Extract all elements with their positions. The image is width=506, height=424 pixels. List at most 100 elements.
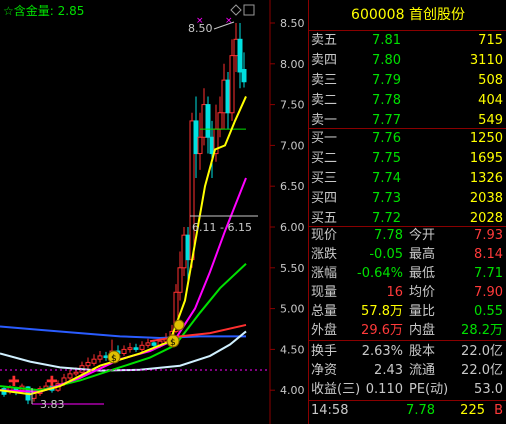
stat-value: 8.14 <box>474 247 503 262</box>
candle-body <box>197 136 203 155</box>
stat-value: 7.93 <box>474 228 503 243</box>
y-tick-label: 4.50 <box>280 343 305 356</box>
bid-row[interactable]: 买二 7.75 1695 <box>309 149 506 169</box>
stat-value: 0.110 <box>365 382 403 397</box>
level-price: 7.74 <box>372 171 401 186</box>
stat-value: 0.55 <box>474 304 503 319</box>
level-volume: 1326 <box>469 171 503 186</box>
stock-name: 首创股份 <box>408 7 465 23</box>
date-range-label: 6.11 - 6.15 <box>192 221 252 234</box>
x-marker-icon: ✚ <box>46 374 58 390</box>
stat-value: -0.05 <box>369 247 403 262</box>
ask-row[interactable]: 卖四 7.80 3110 <box>309 51 506 71</box>
level-volume: 508 <box>478 73 503 88</box>
y-tick-label: 6.50 <box>280 180 305 193</box>
stats-row: 换手 2.63% 股本 22.0亿 <box>309 342 506 362</box>
stat-value: 7.78 <box>374 228 403 243</box>
svg-text:$: $ <box>170 338 176 348</box>
bid-row[interactable]: 买四 7.73 2038 <box>309 189 506 209</box>
stat-label: 总量 <box>311 304 338 319</box>
ask-row[interactable]: 卖三 7.79 508 <box>309 71 506 91</box>
candle-body <box>233 38 239 57</box>
stat-value: 57.8万 <box>361 304 403 319</box>
level-volume: 404 <box>478 93 503 108</box>
stats-row: 总量 57.8万 量比 0.55 <box>309 302 506 322</box>
level-price: 7.81 <box>372 33 401 48</box>
candle-body <box>151 342 157 346</box>
coin-icon[interactable]: $ <box>166 334 180 348</box>
bid-row[interactable]: 买一 7.76 1250 <box>309 129 506 149</box>
y-tick-label: 6.00 <box>280 221 305 234</box>
stat-label: PE(动) <box>409 382 449 397</box>
candle-body <box>103 355 109 359</box>
level-label: 买二 <box>311 151 338 166</box>
y-tick-label: 7.00 <box>280 139 305 152</box>
stat-value: 7.71 <box>474 266 503 281</box>
stat-label: 涨幅 <box>311 266 338 281</box>
stat-value: 16 <box>386 285 403 300</box>
candle-body <box>133 347 139 350</box>
x-marker-icon: × <box>196 16 204 26</box>
bid-row[interactable]: 买三 7.74 1326 <box>309 169 506 189</box>
tick-side: B <box>494 403 503 418</box>
tick-price: 7.78 <box>406 403 435 418</box>
stat-label: 股本 <box>409 344 436 359</box>
level-volume: 2038 <box>469 191 503 206</box>
candle-body <box>237 38 243 73</box>
level-label: 卖二 <box>311 93 338 108</box>
candle-body <box>127 347 133 350</box>
tick-row[interactable]: 14:58 7.78 225 B <box>309 401 506 421</box>
svg-text:✚: ✚ <box>8 374 20 390</box>
candle-body <box>241 69 247 83</box>
stats-row: 现量 16 均价 7.90 <box>309 283 506 303</box>
ma20-line <box>0 262 247 392</box>
y-tick-label: 5.00 <box>280 303 305 316</box>
stat-label: 内盘 <box>409 323 436 338</box>
x-marker-icon: ✚ <box>8 374 20 390</box>
candle-body <box>189 120 195 261</box>
diamond-icon[interactable] <box>230 4 242 16</box>
ask-row[interactable]: 卖二 7.78 404 <box>309 91 506 111</box>
stat-value: 2.43 <box>374 363 403 378</box>
stats-row: 净资 2.43 流通 22.0亿 <box>309 361 506 381</box>
stats-row: 涨幅 -0.64% 最低 7.71 <box>309 264 506 284</box>
stat-label: 现量 <box>311 285 338 300</box>
level-label: 卖五 <box>311 33 338 48</box>
stat-value: 7.90 <box>474 285 503 300</box>
price-axis: 8.50 8.00 7.50 7.00 6.50 6.00 5.50 5.00 4.50 4.00 <box>270 17 305 397</box>
candle-body <box>225 79 231 114</box>
level-price: 7.78 <box>372 93 401 108</box>
stat-label: 现价 <box>311 228 338 243</box>
level-volume: 3110 <box>469 53 503 68</box>
stat-label: 最低 <box>409 266 436 281</box>
level-price: 7.75 <box>372 151 401 166</box>
candlesticks <box>1 23 247 405</box>
level-price: 7.80 <box>372 53 401 68</box>
stock-title: 600008 首创股份 <box>309 4 506 26</box>
ma60-line <box>149 323 247 343</box>
level-label: 买一 <box>311 131 338 146</box>
low-marker-label: 3.83 <box>40 398 65 411</box>
stat-value: 29.6万 <box>361 323 403 338</box>
quote-panel: 600008 首创股份 卖五 7.81 715 卖四 7.80 3110 卖三 7.79 508… <box>308 0 506 424</box>
stat-label: 换手 <box>311 344 338 359</box>
stat-label: 涨跌 <box>311 247 338 262</box>
candle-body <box>181 234 187 269</box>
svg-text:✚: ✚ <box>46 374 58 390</box>
kline-chart[interactable]: ☆含金量: 2.85 8.50 8.00 7.50 7.00 6.50 6.00 5.50 5… <box>0 0 308 424</box>
candle-body <box>73 371 79 375</box>
level-volume: 715 <box>478 33 503 48</box>
stat-label: 净资 <box>311 363 338 378</box>
level-label: 买四 <box>311 191 338 206</box>
stat-label: 量比 <box>409 304 436 319</box>
stat-label: 均价 <box>409 285 436 300</box>
square-icon[interactable] <box>243 4 255 16</box>
level-price: 7.76 <box>372 131 401 146</box>
ask-row[interactable]: 卖五 7.81 715 <box>309 31 506 51</box>
stat-label: 最高 <box>409 247 436 262</box>
coin-icon[interactable] <box>173 319 185 331</box>
stat-value: 2.63% <box>361 344 403 359</box>
stat-label: 今开 <box>409 228 436 243</box>
stat-label: 外盘 <box>311 323 338 338</box>
stats-row: 涨跌 -0.05 最高 8.14 <box>309 245 506 265</box>
